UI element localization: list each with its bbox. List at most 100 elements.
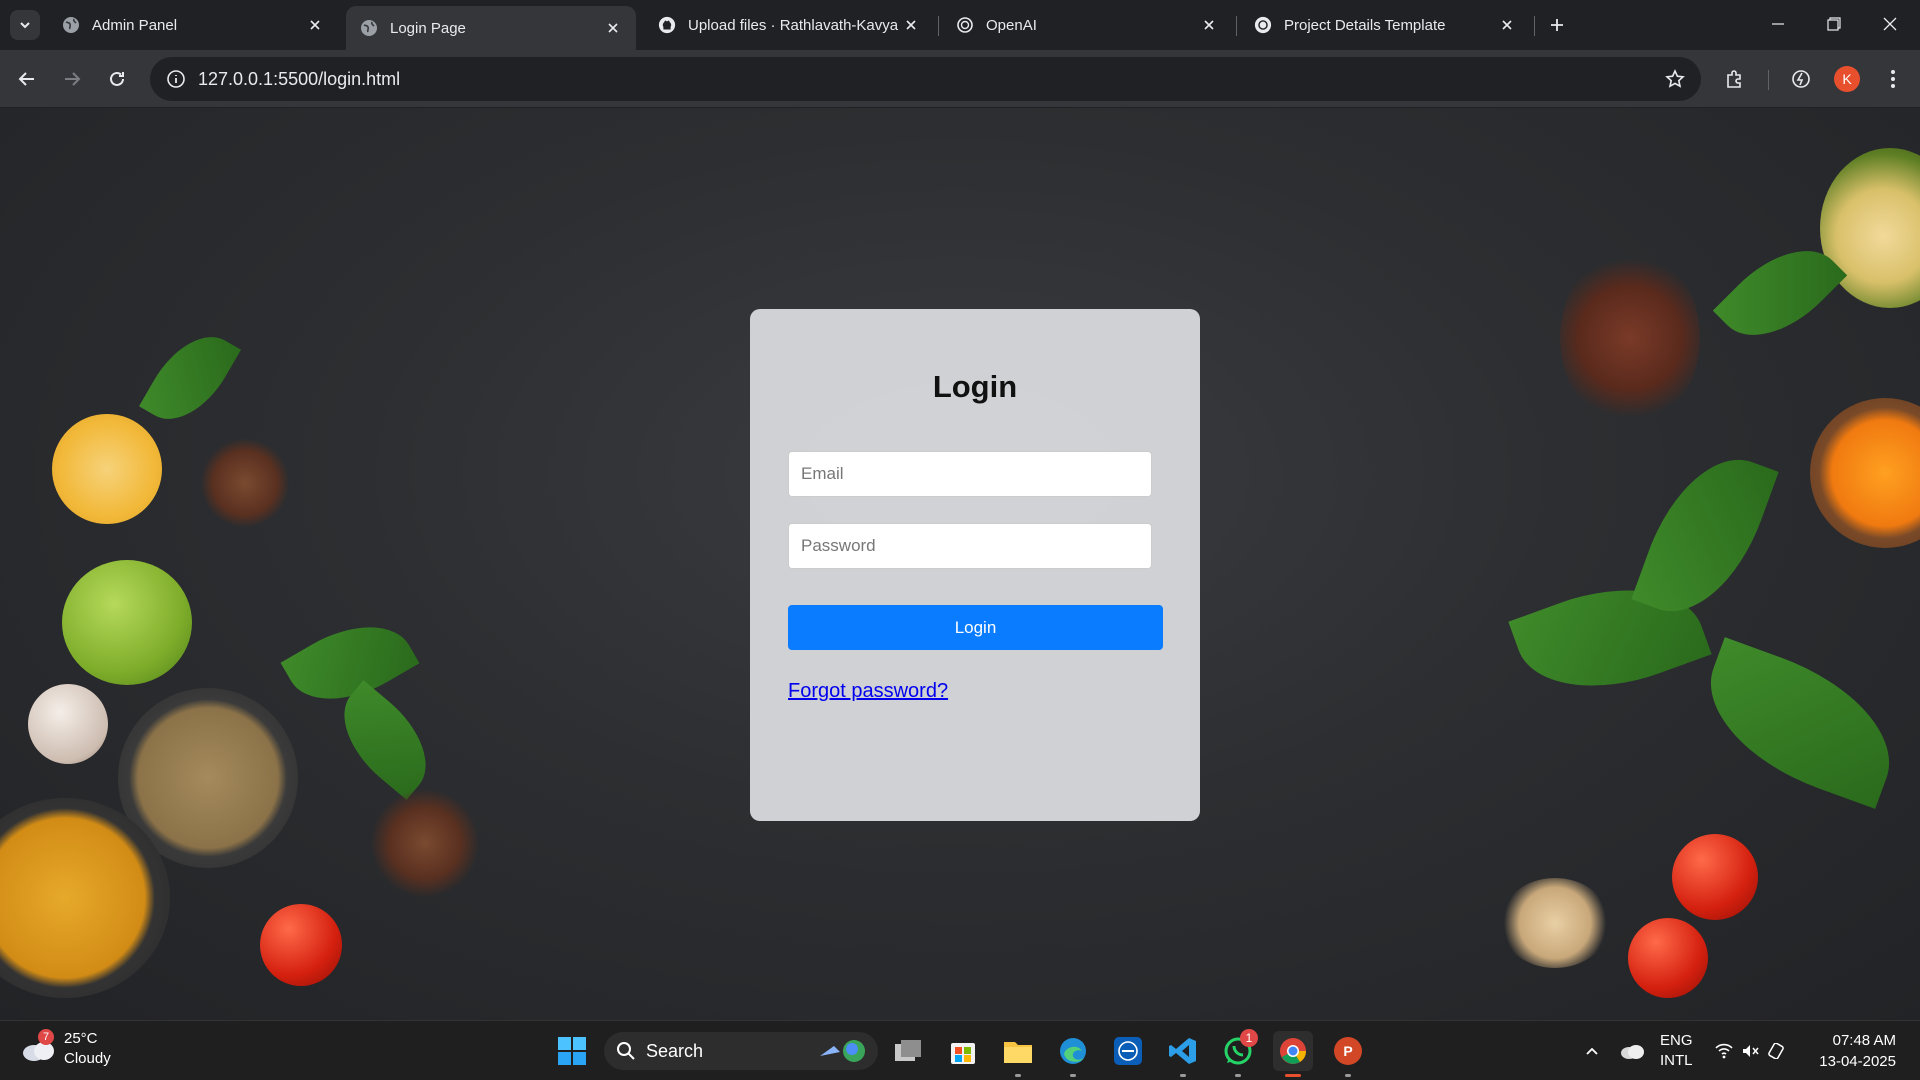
profile-avatar[interactable]: K — [1834, 66, 1860, 92]
tab-title: Project Details Template — [1284, 16, 1446, 34]
close-icon[interactable] — [306, 16, 324, 34]
battery-icon — [1768, 1043, 1784, 1059]
active-indicator — [1285, 1074, 1301, 1077]
close-icon[interactable] — [902, 16, 920, 34]
puzzle-icon — [1727, 70, 1741, 88]
kebab-menu-icon — [1891, 70, 1895, 88]
coffee-beans-decoration — [200, 438, 290, 528]
close-icon[interactable] — [1498, 16, 1516, 34]
show-hidden-icons-button[interactable] — [1572, 1031, 1612, 1071]
tab-title: OpenAI — [986, 16, 1037, 34]
basil-leaf-decoration — [139, 319, 241, 437]
task-view-button[interactable] — [888, 1031, 928, 1071]
password-input[interactable] — [788, 523, 1152, 569]
tab-admin-panel[interactable]: Admin Panel — [48, 6, 338, 44]
notification-badge: 1 — [1240, 1029, 1258, 1047]
orange-bowl-decoration — [1810, 398, 1920, 548]
minimize-button[interactable] — [1758, 6, 1798, 42]
tab-openai[interactable]: OpenAI — [942, 6, 1232, 44]
chevron-up-icon — [1586, 1047, 1598, 1055]
tab-login-page[interactable]: Login Page — [346, 6, 636, 50]
tab-title: Admin Panel — [92, 16, 178, 34]
system-clock[interactable]: 07:48 AM 13-04-2025 — [1819, 1030, 1896, 1072]
tab-title: Upload files · Rathlavath-Kavya — [688, 16, 899, 34]
chrome-button[interactable] — [1273, 1031, 1313, 1077]
login-title: Login — [932, 369, 1018, 404]
new-tab-button[interactable] — [1542, 10, 1572, 40]
onedrive-button[interactable] — [1612, 1031, 1652, 1071]
language-indicator[interactable]: ENG INTL — [1660, 1031, 1693, 1071]
bookmark-star-icon[interactable] — [1663, 67, 1687, 91]
browser-toolbar: 127.0.0.1:5500/login.html K — [0, 50, 1920, 108]
address-bar[interactable]: 127.0.0.1:5500/login.html — [150, 57, 1701, 101]
whatsapp-button[interactable]: 1 — [1218, 1029, 1258, 1077]
tab-search-button[interactable] — [10, 10, 40, 40]
dell-app-button[interactable] — [1108, 1031, 1148, 1071]
tab-upload-files[interactable]: Upload files · Rathlavath-Kavya — [644, 6, 934, 44]
beans-decoration — [1560, 248, 1700, 428]
close-icon — [1883, 17, 1897, 31]
github-icon — [658, 16, 676, 34]
tab-project-details[interactable]: Project Details Template — [1240, 6, 1530, 44]
windows-taskbar: 7 25°C Cloudy Search 1 P ENG INTL 07:48 … — [0, 1020, 1920, 1080]
powerpoint-button[interactable]: P — [1328, 1031, 1368, 1077]
dell-icon — [1114, 1037, 1142, 1065]
performance-button[interactable] — [1784, 62, 1818, 96]
email-input[interactable] — [788, 451, 1152, 497]
folder-icon — [1004, 1042, 1032, 1063]
login-button[interactable]: Login — [788, 605, 1163, 650]
menu-button[interactable] — [1876, 62, 1910, 96]
running-indicator — [1070, 1074, 1076, 1077]
tab-title: Login Page — [390, 19, 466, 37]
tab-separator — [1534, 16, 1535, 36]
onedrive-cloud-icon — [1621, 1045, 1644, 1059]
vscode-icon — [1169, 1038, 1196, 1064]
start-button[interactable] — [552, 1031, 592, 1071]
reload-button[interactable] — [100, 62, 134, 96]
edge-button[interactable] — [1053, 1031, 1093, 1077]
tab-separator — [938, 16, 939, 36]
forward-button[interactable] — [55, 62, 89, 96]
vscode-button[interactable] — [1163, 1031, 1203, 1077]
globe-icon — [62, 16, 80, 34]
weather-widget[interactable]: 7 25°C Cloudy — [20, 1029, 111, 1069]
url-text[interactable]: 127.0.0.1:5500/login.html — [198, 69, 400, 90]
extensions-button[interactable] — [1718, 62, 1752, 96]
reload-icon — [110, 71, 124, 86]
quick-settings-button[interactable] — [1710, 1031, 1790, 1071]
microsoft-store-button[interactable] — [943, 1031, 983, 1071]
openai-icon — [1254, 16, 1272, 34]
file-explorer-button[interactable] — [998, 1031, 1038, 1077]
arrow-right-icon — [65, 72, 81, 86]
back-button[interactable] — [10, 62, 44, 96]
search-label: Search — [646, 1040, 704, 1061]
weather-description: Cloudy — [64, 1050, 111, 1067]
plus-icon — [1551, 19, 1563, 31]
edge-icon — [1060, 1038, 1086, 1064]
store-icon — [951, 1043, 975, 1064]
close-icon[interactable] — [604, 19, 622, 37]
powerpoint-icon: P — [1334, 1037, 1362, 1065]
running-indicator — [1015, 1074, 1021, 1077]
volume-muted-icon — [1743, 1045, 1759, 1057]
restore-icon — [1827, 17, 1841, 31]
spinach-leaf-decoration — [1687, 637, 1913, 809]
close-window-button[interactable] — [1870, 6, 1910, 42]
login-card: Login Login Forgot password? — [750, 309, 1200, 821]
windows-icon — [558, 1037, 586, 1065]
chrome-icon — [1280, 1038, 1307, 1064]
restore-button[interactable] — [1814, 6, 1854, 42]
site-info-icon[interactable] — [164, 67, 188, 91]
tomato-decoration — [1672, 834, 1758, 920]
clock-date: 13-04-2025 — [1819, 1053, 1896, 1070]
tomato-decoration — [1628, 918, 1708, 998]
tomato-decoration — [260, 904, 342, 986]
forgot-password-link[interactable]: Forgot password? — [788, 680, 948, 703]
spinach-leaf-decoration — [1631, 439, 1779, 632]
close-icon[interactable] — [1200, 16, 1218, 34]
weather-temperature: 25°C — [64, 1030, 98, 1047]
keyboard-layout: INTL — [1660, 1052, 1693, 1069]
taskbar-search[interactable]: Search — [604, 1032, 878, 1070]
arrow-left-icon — [18, 72, 34, 86]
openai-icon — [956, 16, 974, 34]
